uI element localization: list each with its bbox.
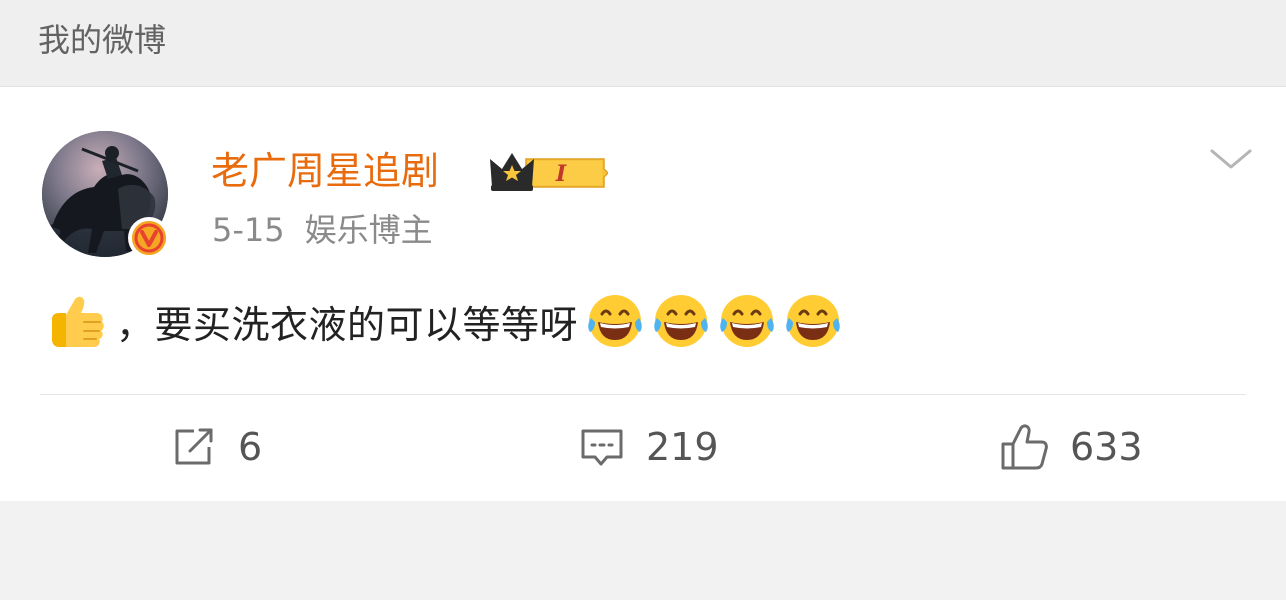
divider xyxy=(40,394,1246,395)
repost-icon xyxy=(175,428,213,465)
laughing-tears-icon xyxy=(720,295,774,347)
comment-count: 219 xyxy=(646,425,719,469)
repost-count: 6 xyxy=(238,425,263,469)
post-text: ，要买洗衣液的可以等等呀 xyxy=(116,302,579,347)
like-button[interactable]: 633 xyxy=(1000,419,1143,475)
verified-badge-icon xyxy=(128,217,170,259)
post-card[interactable]: 老广周星追剧 I 5-15 娱乐博主 ，要买洗衣液的可以等等呀 6 219 63… xyxy=(0,87,1286,501)
post-content[interactable]: ，要买洗衣液的可以等等呀 xyxy=(44,289,842,353)
vip-crown-icon[interactable]: I xyxy=(488,147,608,195)
author-category: 娱乐博主 xyxy=(304,211,433,249)
repost-button[interactable]: 6 xyxy=(172,419,262,475)
laughing-tears-icon xyxy=(588,295,642,347)
comment-button[interactable]: 219 xyxy=(580,419,719,475)
laughing-tears-icon xyxy=(786,295,840,347)
page-title: 我的微博 xyxy=(38,21,167,59)
comment-icon xyxy=(581,429,623,466)
post-meta: 5-15 娱乐博主 xyxy=(212,209,433,251)
top-bar: 我的微博 xyxy=(0,0,1286,87)
vip-level: I xyxy=(555,161,567,187)
like-icon xyxy=(1001,424,1048,470)
laughing-tears-icon xyxy=(654,295,708,347)
thumbs-up-icon xyxy=(52,296,104,347)
chevron-down-icon[interactable] xyxy=(1208,145,1254,173)
post-date: 5-15 xyxy=(212,211,285,249)
author-name[interactable]: 老广周星追剧 xyxy=(211,147,439,195)
like-count: 633 xyxy=(1070,425,1143,469)
